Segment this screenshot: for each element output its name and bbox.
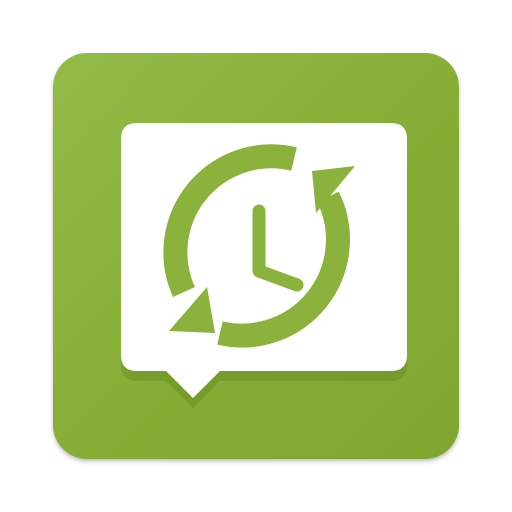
app-icon-graphic <box>121 123 407 408</box>
screen <box>0 0 512 512</box>
app-icon-tile[interactable] <box>53 53 459 459</box>
